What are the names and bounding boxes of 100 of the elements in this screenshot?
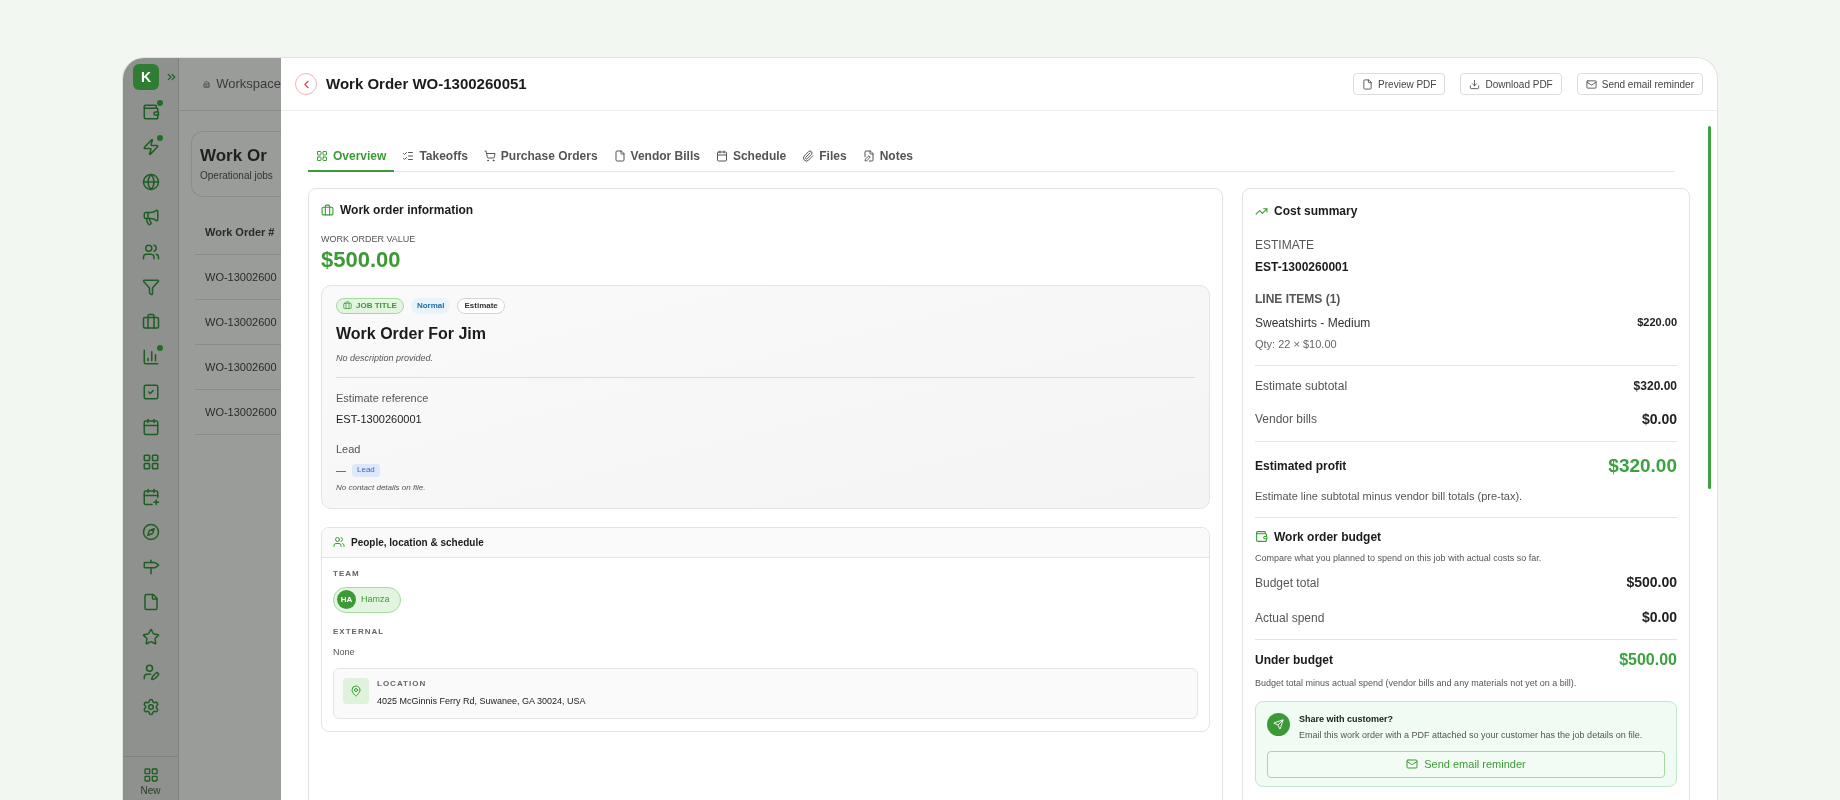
sidebar-item[interactable] [141,383,160,401]
calendar-icon [141,418,160,436]
list-icon [402,150,415,162]
calendar-plus-icon [141,488,160,506]
line-item-name: Sweatshirts - Medium [1255,315,1371,332]
estimate-reference[interactable]: EST-1300260001 [336,410,1195,427]
location-address: 4025 McGinnis Ferry Rd, Suwanee, GA 30024, USA [377,695,586,708]
file-icon [141,593,160,611]
scrollbar[interactable] [1707,126,1711,489]
tab[interactable]: Vendor Bills [605,142,708,172]
empty-dash: — [336,463,346,478]
profit-note: Estimate line subtotal minus vendor bill totals (pre-tax). [1255,489,1524,504]
field-label: Lead [336,442,362,457]
new-label[interactable]: New [140,783,161,798]
value-label: WORK ORDER VALUE [321,233,417,246]
summary-label: Actual spend [1255,609,1325,627]
budget-note: Budget total minus actual spend (vendor bills and any materials not yet on a bill). [1255,677,1578,690]
summary-amount: $500.00 [1626,573,1677,592]
summary-label: Vendor bills [1255,411,1318,428]
sidebar-item[interactable] [141,243,160,261]
sidebar-item[interactable] [141,138,160,156]
section-label: LOCATION [377,678,428,690]
sidebar-item[interactable] [141,698,160,716]
sidebar-item[interactable] [141,313,160,331]
sidebar-item[interactable] [141,173,160,191]
filter-icon [141,278,160,296]
file-edit-icon [862,150,875,162]
tab[interactable]: Overview [308,142,395,172]
sidebar-item[interactable] [141,523,160,541]
wallet-icon [1255,530,1268,543]
budget-title: Work order budget [1274,528,1382,546]
settings-icon [141,698,160,716]
sidebar-item[interactable] [141,103,160,121]
summary-amount: $320.00 [1633,377,1677,395]
summary-heading: LINE ITEMS (1) [1255,291,1342,308]
download-icon [1469,78,1481,90]
header-action-button[interactable]: Download PDF [1460,73,1562,95]
section-label: TEAM [333,567,361,580]
mail-icon [1585,78,1597,90]
summary-label: Budget total [1255,574,1320,592]
sidebar-item[interactable] [141,558,160,576]
contact-note: No contact details on file. [336,481,427,494]
team-member-chip[interactable]: HA Hamza [333,586,401,613]
section-label: EXTERNAL [333,625,386,638]
profit-amount: $320.00 [1608,453,1677,478]
sidebar-item[interactable] [141,663,160,681]
budget-result-label: Under budget [1255,652,1333,669]
summary-label: Estimate subtotal [1255,377,1348,395]
estimate-number: EST-1300260001 [1255,259,1350,276]
tab[interactable]: Purchase Orders [475,142,606,172]
compass-icon [141,523,160,541]
tab[interactable]: Files [794,142,855,172]
star-icon [141,628,160,646]
budget-result-amount: $500.00 [1619,650,1677,670]
summary-amount: $0.00 [1641,409,1677,429]
table-cell-text: WO-13002600 [205,269,277,285]
cart-icon [483,150,496,162]
share-text: Email this work order with a PDF attached so your customer has the job details on file. [1299,729,1643,742]
user-edit-icon [141,663,160,681]
sidebar-item[interactable] [141,348,160,366]
sidebar-item[interactable] [141,278,160,296]
breadcrumb[interactable]: Workspace [216,74,281,94]
header-action-button[interactable]: Preview PDF [1353,73,1446,95]
sidebar-item[interactable] [141,628,160,646]
wallet-icon [141,103,160,121]
lightning-icon [141,138,160,156]
external-value: None [333,645,356,659]
sidebar-item[interactable] [141,453,160,471]
calendar-icon [715,150,728,162]
grid-icon[interactable] [142,767,159,783]
job-description: No description provided. [336,351,435,365]
field-label: Estimate reference [336,391,430,406]
users-icon [141,243,160,261]
file-icon [1362,78,1374,90]
briefcase-icon [321,203,334,217]
sidebar-item[interactable] [141,208,160,226]
table-cell-text: WO-13002600 [205,314,277,330]
summary-heading: ESTIMATE [1255,237,1316,254]
bar-chart-icon [141,348,160,366]
drawer-title: Work Order WO-1300260051 [326,73,527,94]
tab[interactable]: Notes [854,142,921,172]
lead-tag: Lead [352,463,380,477]
header-action-button[interactable]: Send email reminder [1576,73,1703,95]
sidebar-item[interactable] [141,418,160,436]
sidebar-item[interactable] [141,593,160,611]
avatar: HA [337,590,356,609]
tab[interactable]: Takeoffs [394,142,476,172]
send-reminder-button[interactable]: Send email reminder [1267,750,1665,778]
app-logo[interactable]: K [133,64,159,90]
globe-icon [141,173,160,191]
member-name: Hamza [361,592,390,606]
briefcase-icon [343,301,352,310]
send-icon [1267,712,1290,736]
line-item-amount: $220.00 [1637,315,1677,330]
paperclip-icon [802,150,815,162]
tab[interactable]: Schedule [707,142,795,172]
location-pin-icon [343,678,369,704]
signpost-icon [141,558,160,576]
file-icon [613,150,626,162]
sidebar-item[interactable] [141,488,160,506]
